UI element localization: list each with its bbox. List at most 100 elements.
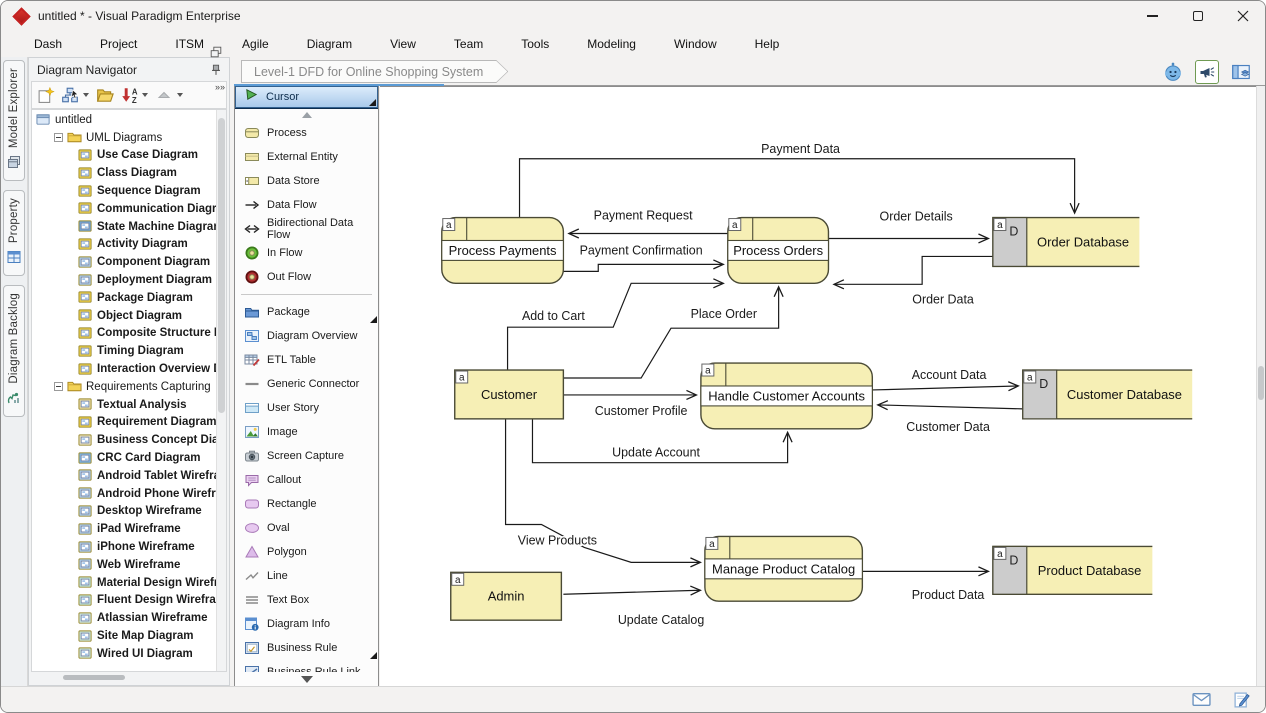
flow-account-data[interactable]: Account Data (872, 368, 1018, 390)
tree-item-ipad-wireframe[interactable]: iPad Wireframe (32, 520, 216, 538)
tree-item-material-design-wireframe[interactable]: Material Design Wireframe (32, 574, 216, 592)
node-handle-customer-accounts[interactable]: aHandle Customer Accounts (701, 363, 872, 429)
tree-expander-icon[interactable] (54, 382, 63, 391)
palette-item-generic-connector[interactable]: Generic Connector (235, 372, 378, 396)
sort-az-button[interactable]: AZ (118, 84, 140, 106)
announcement-megaphone-button[interactable] (1195, 60, 1219, 84)
side-tab-diagram-backlog[interactable]: Diagram Backlog (3, 285, 25, 417)
palette-item-oval[interactable]: Oval (235, 516, 378, 540)
flow-customer-data[interactable]: Customer Data (878, 405, 1023, 434)
palette-item-in-flow[interactable]: In Flow (235, 241, 378, 265)
tree-item-android-tablet-wireframe[interactable]: Android Tablet Wireframe (32, 467, 216, 485)
tree-item-composite-structure-diagram[interactable]: Composite Structure Diagram (32, 325, 216, 343)
flow-customer-profile[interactable]: Customer Profile (563, 395, 696, 418)
tree-item-activity-diagram[interactable]: Activity Diagram (32, 236, 216, 254)
palette-item-package[interactable]: Package (235, 300, 378, 324)
node-admin[interactable]: aAdmin (451, 572, 562, 620)
tree-item-package-diagram[interactable]: Package Diagram (32, 289, 216, 307)
float-window-button[interactable] (207, 43, 225, 61)
tree-item-wired-ui-diagram[interactable]: Wired UI Diagram (32, 645, 216, 663)
tree-vertical-scrollbar[interactable] (216, 110, 226, 671)
node-manage-product-catalog[interactable]: aManage Product Catalog (705, 536, 862, 601)
palette-item-data-store[interactable]: Data Store (235, 169, 378, 193)
tree-item-state-machine-diagram[interactable]: State Machine Diagram (32, 218, 216, 236)
side-tab-model-explorer[interactable]: Model Explorer (3, 60, 25, 181)
open-folder-button[interactable] (94, 84, 116, 106)
dropdown-caret-icon[interactable] (177, 93, 183, 97)
palette-item-process[interactable]: Process (235, 121, 378, 145)
dropdown-caret-icon[interactable] (83, 93, 89, 97)
new-diagram-button[interactable] (35, 84, 57, 106)
palette-item-external-entity[interactable]: External Entity (235, 145, 378, 169)
mail-button[interactable] (1192, 690, 1211, 709)
collapse-up-button[interactable] (153, 84, 175, 106)
flow-order-details[interactable]: Order Details (828, 210, 987, 239)
menu-dash[interactable]: Dash (15, 33, 81, 56)
maximize-button[interactable] (1175, 1, 1220, 31)
menu-modeling[interactable]: Modeling (568, 33, 655, 56)
menu-window[interactable]: Window (655, 33, 736, 56)
palette-item-text-box[interactable]: Text Box (235, 588, 378, 612)
panel-layout-button[interactable] (1229, 60, 1253, 84)
flow-add-to-cart[interactable]: Add to Cart (508, 283, 723, 370)
tree-item-component-diagram[interactable]: Component Diagram (32, 253, 216, 271)
flow-product-data[interactable]: Product Data (862, 571, 988, 602)
tree-item-atlassian-wireframe[interactable]: Atlassian Wireframe (32, 609, 216, 627)
palette-item-rectangle[interactable]: Rectangle (235, 492, 378, 516)
dropdown-caret-icon[interactable] (142, 93, 148, 97)
tree-item-communication-diagram[interactable]: Communication Diagram (32, 200, 216, 218)
palette-item-image[interactable]: Image (235, 420, 378, 444)
tree-item-desktop-wireframe[interactable]: Desktop Wireframe (32, 503, 216, 521)
pin-button[interactable] (207, 61, 225, 79)
tree-item-timing-diagram[interactable]: Timing Diagram (32, 342, 216, 360)
tree-item-untitled[interactable]: untitled (32, 111, 216, 129)
node-process-orders[interactable]: aProcess Orders (728, 218, 829, 284)
palette-item-business-rule[interactable]: Business Rule (235, 636, 378, 660)
menu-help[interactable]: Help (736, 33, 799, 56)
tree-item-deployment-diagram[interactable]: Deployment Diagram (32, 271, 216, 289)
tree-horizontal-scrollbar[interactable] (31, 672, 227, 683)
palette-item-out-flow[interactable]: Out Flow (235, 265, 378, 289)
breadcrumb[interactable]: Level-1 DFD for Online Shopping System (241, 60, 508, 83)
tree-item-requirement-diagram[interactable]: Requirement Diagram (32, 414, 216, 432)
tree-item-interaction-overview-diagram[interactable]: Interaction Overview Diagram (32, 360, 216, 378)
tree-item-iphone-wireframe[interactable]: iPhone Wireframe (32, 538, 216, 556)
tree-expander-icon[interactable] (54, 133, 63, 142)
tree-item-class-diagram[interactable]: Class Diagram (32, 164, 216, 182)
palette-item-data-flow[interactable]: Data Flow (235, 193, 378, 217)
tree-item-crc-card-diagram[interactable]: CRC Card Diagram (32, 449, 216, 467)
tree-item-business-concept-diagram[interactable]: Business Concept Diagram (32, 431, 216, 449)
menu-diagram[interactable]: Diagram (288, 33, 371, 56)
palette-item-user-story[interactable]: User Story (235, 396, 378, 420)
model-structure-button[interactable] (59, 84, 81, 106)
menu-team[interactable]: Team (435, 33, 502, 56)
palette-item-callout[interactable]: Callout (235, 468, 378, 492)
palette-item-etl-table[interactable]: ETL Table (235, 348, 378, 372)
tree-item-fluent-design-wireframe[interactable]: Fluent Design Wireframe (32, 592, 216, 610)
tree-item-textual-analysis[interactable]: Textual Analysis (32, 396, 216, 414)
menu-view[interactable]: View (371, 33, 435, 56)
node-process-payments[interactable]: aProcess Payments (442, 218, 564, 284)
flow-payment-confirmation[interactable]: Payment Confirmation (563, 243, 722, 271)
assistant-robot-button[interactable] (1161, 60, 1185, 84)
palette-item-business-rule-link[interactable]: Business Rule Link (235, 660, 378, 672)
menu-agile[interactable]: Agile (223, 33, 288, 56)
palette-item-bidirectional-data-flow[interactable]: Bidirectional Data Flow (235, 217, 378, 241)
tree-item-uml-diagrams[interactable]: UML Diagrams (32, 129, 216, 147)
node-product-database[interactable]: DaProduct Database (993, 546, 1152, 594)
toolbar-overflow-button[interactable]: »» (215, 83, 225, 92)
node-order-database[interactable]: DaOrder Database (993, 218, 1139, 267)
palette-scroll-up[interactable] (235, 108, 378, 121)
tree-item-sequence-diagram[interactable]: Sequence Diagram (32, 182, 216, 200)
flow-payment-request[interactable]: Payment Request (569, 209, 727, 234)
flow-view-products[interactable]: View Products (506, 419, 700, 563)
canvas-vertical-scrollbar[interactable] (1256, 86, 1265, 686)
tree-item-site-map-diagram[interactable]: Site Map Diagram (32, 627, 216, 645)
compose-button[interactable] (1233, 691, 1251, 709)
palette-item-line[interactable]: Line (235, 564, 378, 588)
palette-item-screen-capture[interactable]: Screen Capture (235, 444, 378, 468)
minimize-button[interactable] (1130, 1, 1175, 31)
palette-item-diagram-overview[interactable]: Diagram Overview (235, 324, 378, 348)
menu-project[interactable]: Project (81, 33, 156, 56)
tree-item-requirements-capturing[interactable]: Requirements Capturing (32, 378, 216, 396)
